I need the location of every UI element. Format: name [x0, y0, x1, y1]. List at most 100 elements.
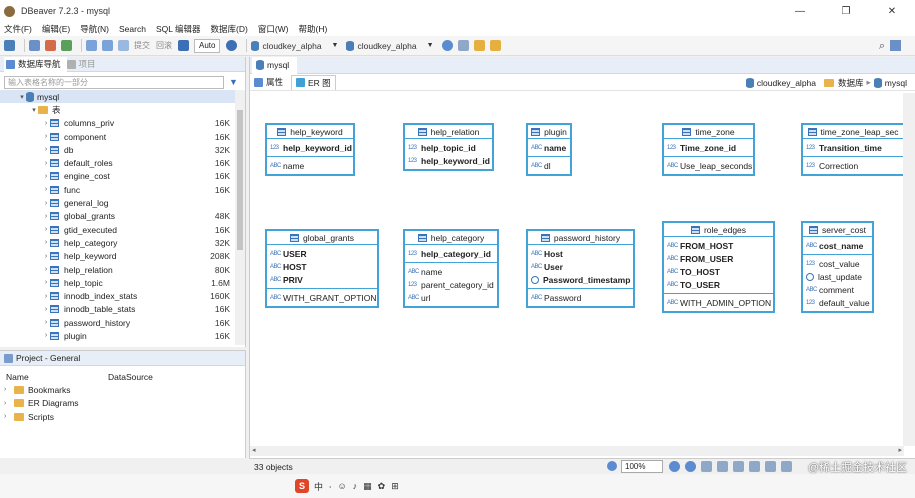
ime-toolbox-icon[interactable]: ⊞: [391, 481, 399, 492]
ime-voice-icon[interactable]: ♪: [353, 481, 358, 491]
column-header-name[interactable]: Name: [6, 372, 108, 382]
chevron-right-icon[interactable]: ›: [42, 173, 50, 180]
refresh-icon[interactable]: [61, 40, 72, 51]
tree-node-table[interactable]: › global_grants 48K: [0, 210, 236, 223]
ime-punctuation-icon[interactable]: ⸱: [329, 480, 331, 493]
tree-node-table[interactable]: › func 16K: [0, 183, 236, 196]
er-entity-server-cost[interactable]: server_cost ABC cost_name 123 cost_value last…: [801, 221, 874, 313]
connect-icon[interactable]: [29, 40, 40, 51]
entity-attribute[interactable]: ABC comment: [803, 283, 872, 296]
chevron-down-icon[interactable]: ▾: [30, 106, 38, 114]
menu-sql-editor[interactable]: SQL 编辑器: [156, 23, 201, 35]
chevron-right-icon[interactable]: ›: [42, 133, 50, 140]
chevron-right-icon[interactable]: ›: [42, 293, 50, 300]
entity-key-attribute[interactable]: 123 help_category_id: [405, 247, 497, 260]
entity-key-attribute[interactable]: ABC FROM_HOST: [664, 239, 773, 252]
search-icon[interactable]: ⌕: [879, 40, 885, 53]
maximize-button[interactable]: ❐: [823, 0, 869, 22]
chevron-right-icon[interactable]: ›: [4, 413, 14, 420]
transaction-mode-select[interactable]: Auto: [194, 38, 221, 53]
connection-settings-icon[interactable]: [441, 40, 453, 51]
chevron-right-icon[interactable]: ›: [42, 332, 50, 339]
chevron-right-icon[interactable]: ›: [42, 319, 50, 326]
entity-key-attribute[interactable]: ABC HOST: [267, 260, 377, 273]
entity-attribute[interactable]: 123 default_value: [803, 296, 872, 309]
tree-node-table[interactable]: › help_keyword 208K: [0, 250, 236, 263]
breadcrumb-schema[interactable]: mysql: [885, 78, 907, 88]
er-entity-help-keyword[interactable]: help_keyword 123 help_keyword_id ABC name: [265, 123, 355, 176]
entity-attribute[interactable]: last_update: [803, 270, 872, 283]
entity-attribute[interactable]: 123 cost_value: [803, 257, 872, 270]
entity-key-attribute[interactable]: ABC TO_USER: [664, 278, 773, 291]
open-script-icon[interactable]: [118, 40, 129, 51]
zoom-out-icon[interactable]: [685, 461, 696, 472]
chevron-right-icon[interactable]: ›: [42, 226, 50, 233]
entity-key-attribute[interactable]: ABC cost_name: [803, 239, 872, 252]
tree-node-table[interactable]: › columns_priv 16K: [0, 117, 236, 130]
er-entity-plugin[interactable]: plugin ABC name ABC dl: [526, 123, 572, 176]
menu-window[interactable]: 窗口(W): [258, 23, 289, 35]
tree-node-table[interactable]: › plugin 16K: [0, 329, 236, 342]
chevron-right-icon[interactable]: ›: [42, 279, 50, 286]
project-item-er-diagrams[interactable]: › ER Diagrams: [0, 397, 245, 411]
entity-key-attribute[interactable]: 123 help_keyword_id: [267, 141, 353, 154]
ime-emoji-icon[interactable]: ☺: [337, 481, 346, 491]
entity-key-attribute[interactable]: 123 Time_zone_id: [664, 141, 753, 154]
ime-skin-icon[interactable]: ✿: [378, 481, 386, 492]
entity-attribute[interactable]: ABC Use_leap_seconds: [664, 159, 753, 172]
entity-attribute[interactable]: 123 Correction: [803, 159, 903, 172]
entity-key-attribute[interactable]: Password_timestamp: [528, 273, 633, 286]
new-script-icon[interactable]: [102, 40, 113, 51]
entity-key-attribute[interactable]: 123 help_keyword_id: [405, 154, 492, 167]
print-icon[interactable]: [765, 461, 776, 472]
perspective-icon[interactable]: [890, 40, 901, 51]
transaction-mode-icon[interactable]: [178, 40, 189, 51]
tree-node-table[interactable]: › component 16K: [0, 130, 236, 143]
refresh-diagram-icon[interactable]: [733, 461, 744, 472]
menu-file[interactable]: 文件(F): [4, 23, 32, 35]
notation-icon[interactable]: [781, 461, 792, 472]
tree-node-table[interactable]: › default_roles 16K: [0, 156, 236, 169]
tab-project-general[interactable]: Project - General: [4, 353, 90, 363]
breadcrumb-connection[interactable]: cloudkey_alpha: [757, 78, 816, 88]
scroll-left-icon[interactable]: ◂: [252, 446, 256, 454]
chevron-right-icon[interactable]: ›: [4, 386, 14, 393]
chevron-right-icon[interactable]: ›: [42, 186, 50, 193]
zoom-select[interactable]: 100%: [621, 460, 663, 473]
entity-attribute[interactable]: ABC name: [267, 159, 353, 172]
tools-icon[interactable]: [473, 40, 485, 51]
column-header-datasource[interactable]: DataSource: [108, 372, 153, 382]
tree-node-table[interactable]: › innodb_table_stats 16K: [0, 303, 236, 316]
project-item-scripts[interactable]: › Scripts: [0, 410, 245, 424]
tree-node-table[interactable]: › password_history 16K: [0, 316, 236, 329]
chevron-down-icon[interactable]: ▾: [18, 93, 26, 101]
entity-attribute[interactable]: ABC WITH_ADMIN_OPTION: [664, 296, 773, 309]
er-diagram-canvas[interactable]: help_keyword 123 help_keyword_id ABC name he…: [250, 93, 904, 446]
commit-button[interactable]: 提交: [134, 40, 150, 51]
chevron-right-icon[interactable]: ›: [42, 160, 50, 167]
chevron-right-icon[interactable]: ›: [42, 146, 50, 153]
table-filter-input[interactable]: 输入表格名称的一部分: [4, 75, 224, 89]
chevron-right-icon[interactable]: ›: [42, 239, 50, 246]
tab-projects[interactable]: 项目: [66, 58, 106, 70]
grid-icon[interactable]: [717, 461, 728, 472]
entity-key-attribute[interactable]: ABC USER: [267, 247, 377, 260]
entity-attribute[interactable]: ABC url: [405, 291, 497, 304]
chevron-right-icon[interactable]: ›: [42, 213, 50, 220]
er-entity-help-relation[interactable]: help_relation 123 help_topic_id 123 help_key…: [403, 123, 494, 171]
history-icon[interactable]: [226, 40, 238, 51]
tree-node-table[interactable]: › general_log: [0, 196, 236, 209]
entity-attribute[interactable]: ABC Password: [528, 291, 633, 304]
save-diagram-icon[interactable]: [749, 461, 760, 472]
entity-key-attribute[interactable]: ABC User: [528, 260, 633, 273]
filter-icon[interactable]: ▼: [229, 77, 241, 87]
tree-node-table[interactable]: › help_topic 1.6M: [0, 276, 236, 289]
entity-attribute[interactable]: ABC WITH_GRANT_OPTION: [267, 291, 377, 304]
breadcrumb-databases[interactable]: 数据库: [838, 77, 864, 89]
toolbar-dropdown-icon[interactable]: [457, 40, 469, 51]
entity-attribute[interactable]: ABC dl: [528, 159, 570, 172]
menu-search[interactable]: Search: [119, 24, 146, 34]
entity-attribute[interactable]: ABC name: [405, 265, 497, 278]
er-entity-password-history[interactable]: password_history ABC Host ABC User Password_t…: [526, 229, 635, 308]
chevron-right-icon[interactable]: ›: [4, 400, 14, 407]
